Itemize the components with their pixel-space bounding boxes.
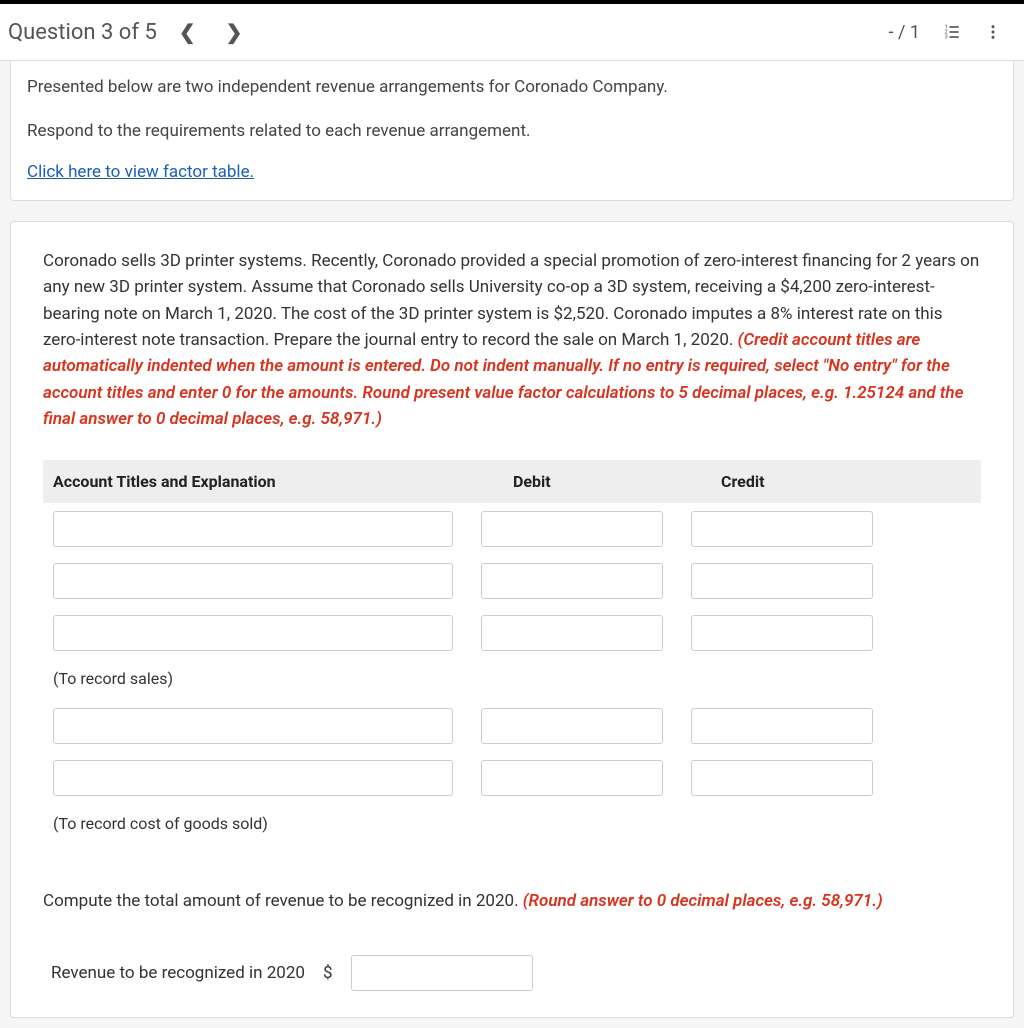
header-right: - / 1 1 2 3 xyxy=(889,22,1016,43)
credit-input-4[interactable] xyxy=(691,708,873,744)
table-header: Account Titles and Explanation Debit Cre… xyxy=(43,460,981,503)
factor-table-link[interactable]: Click here to view factor table. xyxy=(27,162,254,182)
compute-main: Compute the total amount of revenue to b… xyxy=(43,891,523,911)
header: Question 3 of 5 ❮ ❯ - / 1 1 2 3 xyxy=(0,4,1024,61)
account-input-1[interactable] xyxy=(53,511,453,547)
credit-input-2[interactable] xyxy=(691,563,873,599)
debit-input-1[interactable] xyxy=(481,511,663,547)
debit-input-4[interactable] xyxy=(481,708,663,744)
col-header-account: Account Titles and Explanation xyxy=(53,472,493,491)
list-icon[interactable]: 1 2 3 xyxy=(942,22,962,42)
revenue-row: Revenue to be recognized in 2020 $ xyxy=(43,955,981,991)
question-counter: Question 3 of 5 xyxy=(8,20,157,45)
table-row xyxy=(43,503,981,555)
account-input-4[interactable] xyxy=(53,708,453,744)
account-input-2[interactable] xyxy=(53,563,453,599)
debit-input-3[interactable] xyxy=(481,615,663,651)
table-row xyxy=(43,752,981,804)
intro-card: Presented below are two independent reve… xyxy=(10,61,1014,201)
revenue-input[interactable] xyxy=(351,955,533,991)
credit-input-3[interactable] xyxy=(691,615,873,651)
compute-instruction: (Round answer to 0 decimal places, e.g. … xyxy=(523,891,883,911)
note-sales: (To record sales) xyxy=(43,659,981,700)
compute-text: Compute the total amount of revenue to b… xyxy=(43,889,981,915)
account-input-3[interactable] xyxy=(53,615,453,651)
header-left: Question 3 of 5 ❮ ❯ xyxy=(8,16,250,48)
main-card: Coronado sells 3D printer systems. Recen… xyxy=(10,221,1014,1018)
intro-line-2: Respond to the requirements related to e… xyxy=(27,119,997,145)
journal-table: Account Titles and Explanation Debit Cre… xyxy=(43,460,981,845)
currency-symbol: $ xyxy=(323,963,333,983)
credit-input-5[interactable] xyxy=(691,760,873,796)
intro-line-1: Presented below are two independent reve… xyxy=(27,75,997,101)
more-options-icon[interactable] xyxy=(984,23,1002,41)
svg-text:3: 3 xyxy=(945,35,948,41)
next-question-button[interactable]: ❯ xyxy=(218,16,251,48)
col-header-credit: Credit xyxy=(701,472,901,491)
content-wrapper: Presented below are two independent reve… xyxy=(0,61,1024,1028)
table-row xyxy=(43,700,981,752)
table-row xyxy=(43,607,981,659)
prev-question-button[interactable]: ❮ xyxy=(171,16,204,48)
question-text: Coronado sells 3D printer systems. Recen… xyxy=(43,248,981,432)
col-header-debit: Debit xyxy=(493,472,701,491)
credit-input-1[interactable] xyxy=(691,511,873,547)
revenue-label: Revenue to be recognized in 2020 xyxy=(51,963,305,983)
account-input-5[interactable] xyxy=(53,760,453,796)
score-display: - / 1 xyxy=(889,22,920,43)
note-cogs: (To record cost of goods sold) xyxy=(43,804,981,845)
table-row xyxy=(43,555,981,607)
debit-input-5[interactable] xyxy=(481,760,663,796)
debit-input-2[interactable] xyxy=(481,563,663,599)
